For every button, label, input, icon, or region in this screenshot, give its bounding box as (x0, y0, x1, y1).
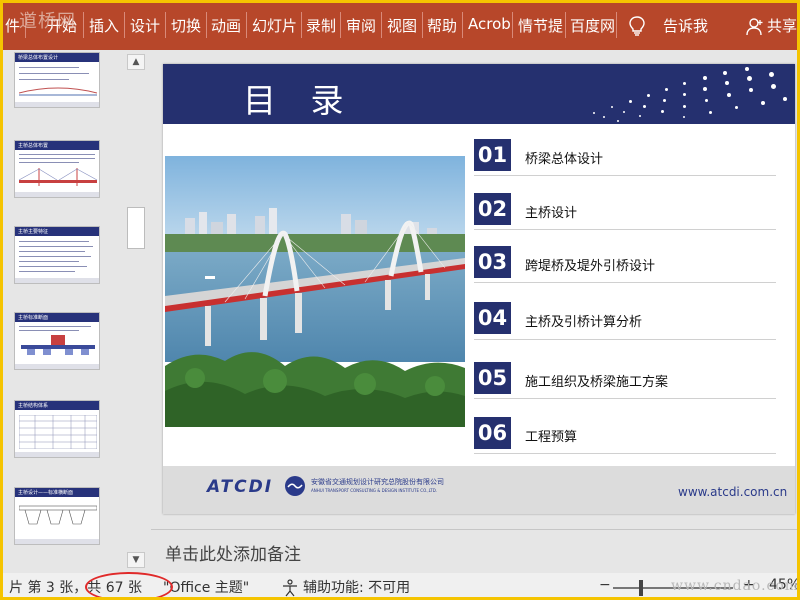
tab-baidu-netdisk[interactable]: 百度网 (570, 15, 615, 36)
tell-me-search[interactable]: 告诉我 (663, 15, 708, 36)
company-emblem-icon (285, 476, 305, 496)
scroll-down-button[interactable]: ▼ (127, 552, 145, 568)
tab-separator (381, 12, 382, 38)
tab-slideshow[interactable]: 幻灯片 (252, 15, 297, 36)
tab-animations[interactable]: 动画 (211, 15, 241, 36)
app-window: 件 开始 插入 设计 切换 动画 幻灯片 录制 审阅 视图 帮助 Acrob 情… (0, 0, 800, 600)
slide-footer: ATCDI 安徽省交通规划设计研究总院股份有限公司 ANHUI TRANSPOR… (163, 466, 795, 514)
tab-file[interactable]: 件 (5, 15, 20, 36)
toc-number: 03 (474, 246, 511, 278)
slide-thumbnail[interactable]: 主桥主要特征 (14, 226, 100, 284)
lightbulb-icon[interactable] (629, 16, 645, 40)
toc-divider (474, 453, 776, 454)
toc-number: 02 (474, 193, 511, 225)
slide-thumbnail[interactable]: 主桥标准断面 (14, 312, 100, 370)
tab-separator (462, 12, 463, 38)
zoom-out-button[interactable]: − (599, 577, 611, 593)
slide-canvas[interactable]: 目 录 01 桥梁总体设计 02 主桥设计 03 跨堤桥及堤外引桥设计 04 主… (163, 64, 795, 514)
tab-separator (246, 12, 247, 38)
tab-help[interactable]: 帮助 (427, 15, 457, 36)
tab-separator (340, 12, 341, 38)
tab-separator (165, 12, 166, 38)
tab-insert[interactable]: 插入 (89, 15, 119, 36)
toc-text: 桥梁总体设计 (525, 152, 604, 167)
toc-divider (474, 398, 776, 399)
thumbnail-diagram (21, 335, 95, 355)
tab-storyboard[interactable]: 情节提 (518, 15, 563, 36)
thumbnail-title: 主桥总体布置 (18, 143, 49, 149)
tab-view[interactable]: 视图 (387, 15, 417, 36)
notes-input[interactable]: 单击此处添加备注 (165, 540, 301, 565)
slide-thumbnail[interactable]: 主桥总体布置 (14, 140, 100, 198)
notes-divider (151, 529, 797, 530)
tab-separator (422, 12, 423, 38)
thumbnail-diagram (19, 505, 97, 525)
tab-record[interactable]: 录制 (306, 15, 336, 36)
thumbnail-scrollbar[interactable]: ▲ ▼ (125, 50, 147, 573)
thumbnail-title: 主桥主要特征 (18, 229, 49, 235)
slide-thumbnail[interactable]: 主桥结构体系 (14, 400, 100, 458)
thumbnail-title: 主桥结构体系 (18, 403, 49, 409)
tab-separator (565, 12, 566, 38)
highlight-annotation (85, 572, 173, 597)
company-logo: ATCDI (207, 477, 274, 497)
toc-number: 01 (474, 139, 511, 171)
toc-text: 主桥及引桥计算分析 (525, 315, 643, 330)
toc-number: 04 (474, 302, 511, 334)
zoom-slider-knob[interactable] (639, 580, 643, 596)
tab-design[interactable]: 设计 (130, 15, 160, 36)
tab-separator (124, 12, 125, 38)
toc-number: 05 (474, 362, 511, 394)
tab-separator (512, 12, 513, 38)
tab-separator (83, 12, 84, 38)
tab-transitions[interactable]: 切换 (171, 15, 201, 36)
tab-review[interactable]: 审阅 (346, 15, 376, 36)
watermark-url: www.cndao.com (671, 578, 800, 594)
thumbnail-diagram (19, 168, 97, 186)
person-icon[interactable] (746, 18, 764, 40)
toc-text: 施工组织及桥梁施工方案 (525, 375, 669, 390)
toc-divider (474, 282, 776, 283)
company-name-cn: 安徽省交通规划设计研究总院股份有限公司 (311, 478, 444, 486)
tab-separator (616, 12, 617, 38)
thumbnail-title: 主桥设计——标准横断面 (18, 490, 74, 496)
toc-divider (474, 229, 776, 230)
toc-text: 工程预算 (525, 430, 578, 445)
slide-thumbnail[interactable]: 桥梁总体布置设计 (14, 52, 100, 108)
thumbnail-diagram (19, 87, 97, 96)
thumbnail-title: 桥梁总体布置设计 (18, 55, 59, 61)
watermark-logo: 道桥网 (19, 11, 76, 32)
toc-text: 主桥设计 (525, 206, 578, 221)
share-button[interactable]: 共享 (767, 15, 797, 36)
toc-number: 06 (474, 417, 511, 449)
slide-thumbnail[interactable]: 主桥设计——标准横断面 (14, 487, 100, 545)
slide-header-bar: 目 录 (163, 64, 795, 124)
scrollbar-thumb[interactable] (127, 207, 145, 249)
tab-acrobat[interactable]: Acrob (468, 15, 511, 33)
tab-separator (301, 12, 302, 38)
thumbnail-title: 主桥标准断面 (18, 315, 49, 321)
tab-separator (206, 12, 207, 38)
thumbnail-table (19, 415, 97, 449)
slide-title: 目 录 (243, 81, 356, 120)
bridge-photo (165, 156, 465, 427)
toc-text: 跨堤桥及堤外引桥设计 (525, 259, 656, 274)
theme-name: "Office 主题" (163, 580, 250, 596)
toc-divider (474, 339, 776, 340)
scroll-up-button[interactable]: ▲ (127, 54, 145, 70)
accessibility-status[interactable]: 辅助功能: 不可用 (303, 577, 410, 597)
accessibility-icon[interactable] (281, 579, 299, 597)
ribbon-tab-bar: 件 开始 插入 设计 切换 动画 幻灯片 录制 审阅 视图 帮助 Acrob 情… (3, 3, 797, 50)
company-website: www.atcdi.com.cn (678, 485, 788, 499)
toc-divider (474, 175, 776, 176)
company-name-en: ANHUI TRANSPORT CONSULTING & DESIGN INST… (311, 488, 438, 493)
